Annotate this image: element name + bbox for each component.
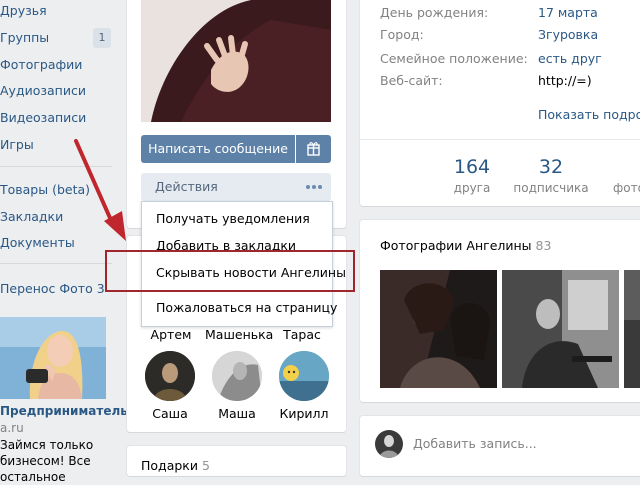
photos-count-label[interactable]: фото (613, 181, 640, 195)
sidebar-divider (0, 263, 112, 264)
photos-title: Фотографии Ангелины (380, 238, 532, 253)
ad-text-line: бизнесом! Все остальное (0, 454, 91, 484)
followers-count[interactable]: 32 (511, 156, 591, 178)
menu-item-report[interactable]: Пожаловаться на страницу (156, 300, 337, 315)
ad-title[interactable]: Предприниматель? (0, 404, 135, 418)
write-message-button[interactable]: Написать сообщение (141, 135, 295, 163)
profile-photo[interactable] (141, 0, 331, 122)
friend-name[interactable]: Саша (140, 406, 200, 421)
friends-count-label[interactable]: друга (432, 181, 512, 195)
birthday-value[interactable]: 17 марта (538, 5, 598, 20)
photo-thumbnail[interactable] (380, 270, 497, 388)
friend-avatar[interactable] (145, 351, 195, 401)
gifts-count: 5 (201, 458, 210, 473)
sidebar-item-groups[interactable]: Группы (0, 27, 49, 49)
birthday-label: День рождения: (380, 5, 489, 20)
relationship-value[interactable]: есть друг (538, 51, 602, 66)
photos-count: 83 (535, 238, 552, 253)
sidebar-item-bookmarks[interactable]: Закладки (0, 206, 63, 228)
gifts-header[interactable]: Подарки 5 (141, 458, 210, 473)
website-label: Веб-сайт: (380, 73, 443, 88)
website-value[interactable]: http://=) (538, 73, 592, 88)
menu-item-notifications[interactable]: Получать уведомления (156, 211, 310, 226)
send-gift-button[interactable] (296, 135, 331, 163)
sidebar-item-video[interactable]: Видеозаписи (0, 107, 86, 129)
ad-text-line: Займся только (0, 438, 94, 452)
friend-name[interactable]: Машенька (205, 327, 273, 342)
ad-image[interactable] (0, 317, 106, 399)
sidebar-item-app[interactable]: Перенос Фото 3 (0, 278, 105, 300)
friend-avatar[interactable] (279, 351, 329, 401)
relationship-label: Семейное положение: (380, 51, 528, 66)
friend-name[interactable]: Артем (141, 327, 201, 342)
highlight-box (105, 250, 355, 292)
show-more-link[interactable]: Показать подробную информацию (538, 107, 640, 122)
city-value[interactable]: Згуровка (538, 27, 598, 42)
friend-avatar[interactable] (212, 351, 262, 401)
sidebar-item-photos[interactable]: Фотографии (0, 54, 82, 76)
photo-thumbnail[interactable] (624, 270, 640, 388)
more-dots-icon (306, 185, 322, 189)
actions-label: Действия (155, 179, 218, 194)
ad-text: Займся только бизнесом! Все остальное (0, 437, 116, 485)
ad-domain: a.ru (0, 421, 24, 435)
photos-header[interactable]: Фотографии Ангелины 83 (380, 238, 551, 253)
sidebar-item-games[interactable]: Игры (0, 134, 34, 156)
sidebar-item-audio[interactable]: Аудиозаписи (0, 80, 86, 102)
friend-name[interactable]: Маша (207, 406, 267, 421)
info-divider (360, 139, 640, 140)
followers-count-label[interactable]: подписчика (511, 181, 591, 195)
sidebar-item-documents[interactable]: Документы (0, 232, 75, 254)
actions-button[interactable]: Действия (141, 173, 331, 201)
friends-count[interactable]: 164 (432, 156, 512, 178)
friend-name[interactable]: Тарас (272, 327, 332, 342)
gift-icon (307, 142, 320, 156)
gifts-label: Подарки (141, 458, 198, 473)
groups-count-badge: 1 (93, 28, 111, 48)
photo-thumbnail[interactable] (502, 270, 619, 388)
new-post-input[interactable]: Добавить запись... (413, 436, 537, 451)
annotation-arrow-icon (74, 139, 126, 241)
friend-name[interactable]: Кирилл (274, 406, 334, 421)
user-avatar[interactable] (375, 430, 403, 458)
sidebar-item-friends[interactable]: Друзья (0, 0, 47, 22)
city-label: Город: (380, 27, 424, 42)
